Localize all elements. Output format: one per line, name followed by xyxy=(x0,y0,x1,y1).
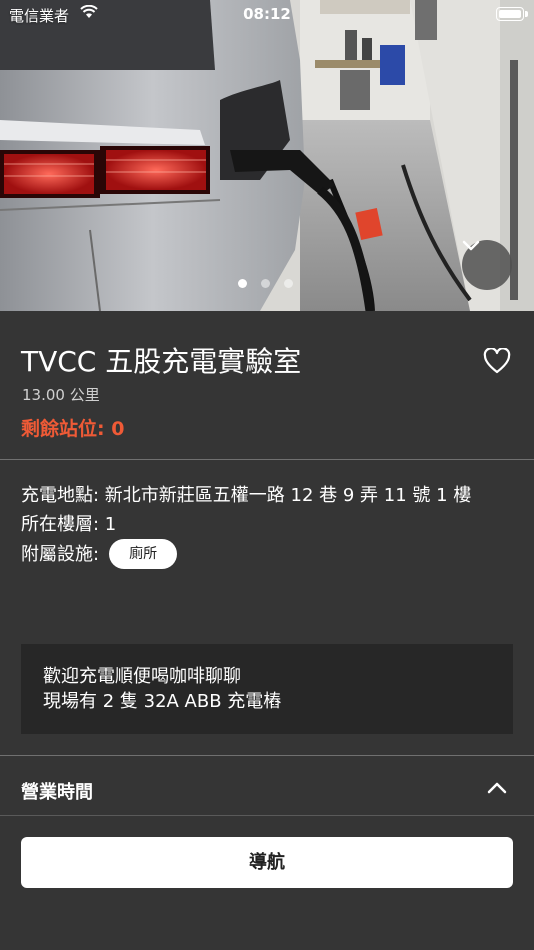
station-photo[interactable]: 電信業者 08:12 xyxy=(0,0,534,311)
divider xyxy=(0,459,534,460)
favorite-button[interactable] xyxy=(483,347,511,378)
chevron-up-icon xyxy=(487,782,507,794)
status-bar: 電信業者 08:12 xyxy=(0,0,534,30)
remaining-slots: 剩餘站位: 0 xyxy=(21,418,125,440)
page-indicator[interactable] xyxy=(238,279,293,288)
notice-line: 現場有 2 隻 32A ABB 充電樁 xyxy=(43,691,282,712)
facilities-label: 附屬設施: xyxy=(21,543,100,565)
battery-icon xyxy=(496,7,528,21)
address-row: 充電地點: 新北市新莊區五權一路 12 巷 9 弄 11 號 1 樓 xyxy=(21,485,472,506)
page-dot[interactable] xyxy=(261,279,270,288)
hours-content-peek xyxy=(21,806,26,814)
facilities-row: 附屬設施: 廁所 xyxy=(21,539,471,569)
bottom-action-bar: 導航 xyxy=(0,815,534,950)
chevron-down-icon xyxy=(462,240,480,251)
hours-section-title[interactable]: 營業時間 xyxy=(21,778,93,804)
status-time: 08:12 xyxy=(243,5,291,23)
collapse-button[interactable] xyxy=(462,240,512,290)
distance-label: 13.00 公里 xyxy=(22,386,100,404)
station-details: 充電地點: 新北市新莊區五權一路 12 巷 9 弄 11 號 1 樓 所在樓層:… xyxy=(21,481,471,569)
heart-icon xyxy=(483,347,511,374)
station-title: TVCC 五股充電實驗室 xyxy=(21,345,302,378)
facility-tag: 廁所 xyxy=(109,539,178,569)
page-dot[interactable] xyxy=(238,279,247,288)
page-dot[interactable] xyxy=(284,279,293,288)
notice-box: 歡迎充電順便喝咖啡聊聊 現場有 2 隻 32A ABB 充電樁 xyxy=(21,644,513,734)
hours-toggle[interactable] xyxy=(487,780,507,799)
floor-row: 所在樓層: 1 xyxy=(21,514,117,535)
station-photo-illustration xyxy=(0,0,534,311)
notice-line: 歡迎充電順便喝咖啡聊聊 xyxy=(43,666,241,687)
navigate-button[interactable]: 導航 xyxy=(21,837,513,888)
divider xyxy=(0,755,534,756)
